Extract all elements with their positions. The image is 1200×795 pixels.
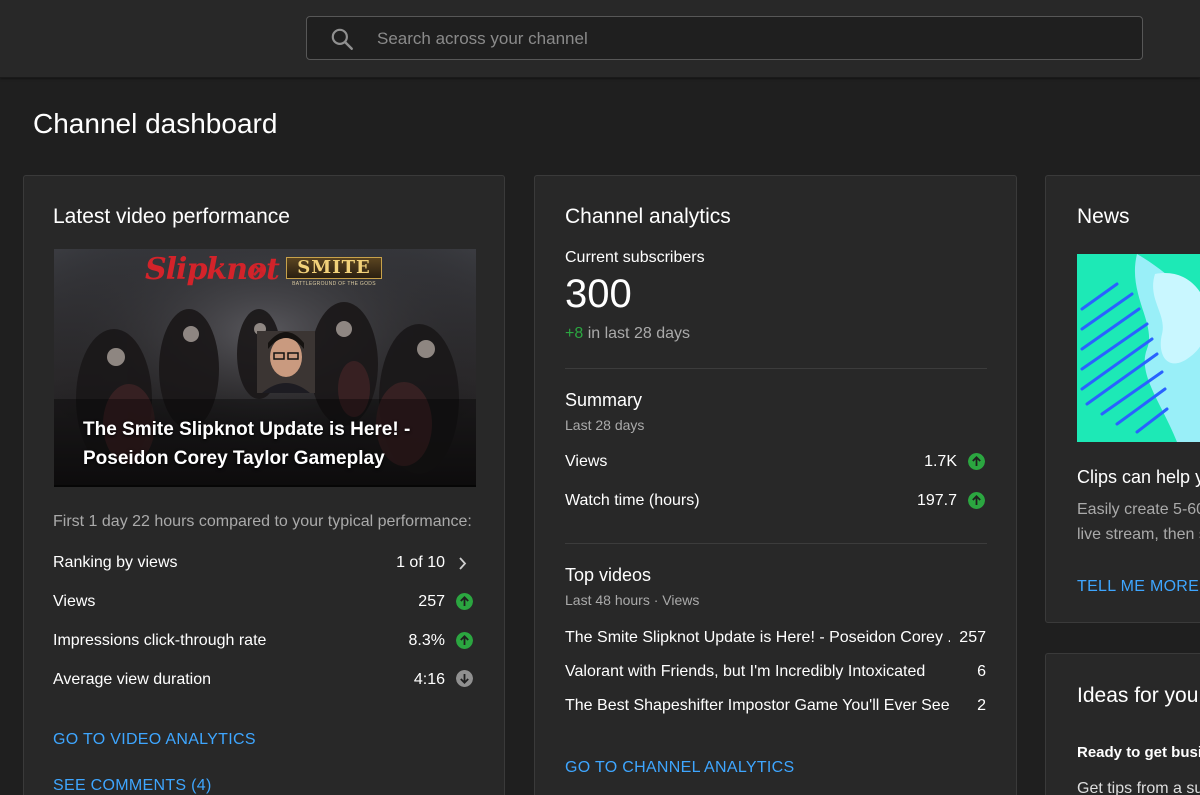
metric-value: 257: [418, 593, 445, 610]
metric-value: 1 of 10: [396, 554, 445, 571]
metric-value: 8.3%: [408, 632, 445, 649]
divider: [565, 543, 987, 544]
see-comments-link[interactable]: SEE COMMENTS (4): [53, 777, 212, 795]
arrow-down-icon: [456, 670, 473, 687]
news-illustration: [1077, 254, 1200, 442]
chevron-right-icon[interactable]: [454, 555, 471, 572]
metric-label: Ranking by views: [53, 554, 178, 571]
metric-value: 4:16: [413, 671, 445, 688]
top-video-views: 2: [977, 697, 986, 714]
go-to-channel-analytics-link[interactable]: GO TO CHANNEL ANALYTICS: [565, 759, 794, 777]
top-bar: Search across your channel: [0, 0, 1200, 78]
top-video-title[interactable]: The Smite Slipknot Update is Here! - Pos…: [565, 629, 950, 647]
video-thumbnail[interactable]: Slipknot × SMITE BATTLEGROUND OF THE GOD…: [54, 249, 476, 487]
video-title-line-2: Poseidon Corey Taylor Gameplay: [83, 448, 385, 469]
summary-label: Watch time (hours): [565, 492, 700, 509]
arrow-up-icon: [456, 632, 473, 649]
arrow-up-icon: [968, 453, 985, 470]
top-videos-subtitle: Last 48 hours · Views: [565, 592, 700, 608]
top-video-title[interactable]: The Best Shapeshifter Impostor Game You'…: [565, 697, 950, 715]
search-icon[interactable]: [329, 26, 355, 52]
page-title: Channel dashboard: [33, 108, 278, 139]
card-title: News: [1077, 205, 1130, 228]
smite-logo-text: SMITE: [286, 257, 382, 279]
subscribers-change-suffix: in last 28 days: [587, 325, 690, 342]
metric-label: Impressions click-through rate: [53, 632, 267, 649]
smite-logo-sub: BATTLEGROUND OF THE GODS: [292, 281, 376, 287]
go-to-video-analytics-link[interactable]: GO TO VIDEO ANALYTICS: [53, 731, 256, 749]
summary-subtitle: Last 28 days: [565, 417, 645, 433]
metric-label: Average view duration: [53, 671, 212, 688]
ideas-subtitle: Ready to get busi: [1077, 744, 1200, 761]
tell-me-more-link[interactable]: TELL ME MORE: [1077, 578, 1199, 596]
card-title: Channel analytics: [565, 205, 731, 228]
video-title-overlay[interactable]: The Smite Slipknot Update is Here! - Pos…: [83, 415, 423, 473]
summary-value: 1.7K: [924, 453, 957, 470]
latest-video-card: Latest video performance Slipknot × SMIT…: [23, 175, 505, 795]
ideas-card: Ideas for you Ready to get busi Get tips…: [1045, 653, 1200, 795]
top-video-title[interactable]: Valorant with Friends, but I'm Incredibl…: [565, 663, 925, 681]
subscribers-count: 300: [565, 272, 632, 316]
search-box[interactable]: Search across your channel: [306, 16, 1143, 60]
card-title: Ideas for you: [1077, 684, 1199, 707]
subscribers-label: Current subscribers: [565, 249, 705, 266]
divider: [565, 368, 987, 369]
top-video-views: 257: [959, 629, 986, 646]
smite-logo: SMITE BATTLEGROUND OF THE GODS: [286, 257, 382, 295]
news-body-line-2: live stream, then s: [1077, 526, 1200, 543]
search-input[interactable]: Search across your channel: [377, 29, 588, 49]
top-videos-title: Top videos: [565, 565, 652, 585]
logo-x: ×: [252, 257, 267, 284]
subscribers-change: +8: [565, 325, 584, 342]
arrow-up-icon: [456, 593, 473, 610]
summary-title: Summary: [565, 390, 643, 410]
comparison-note: First 1 day 22 hours compared to your ty…: [53, 513, 472, 530]
news-card: News Clips can help y Easily create 5-60…: [1045, 175, 1200, 623]
channel-analytics-card: Channel analytics Current subscribers 30…: [534, 175, 1017, 795]
summary-label: Views: [565, 453, 608, 470]
news-body-line-1: Easily create 5-60: [1077, 501, 1200, 518]
subscribers-change-row: +8 in last 28 days: [565, 325, 690, 343]
ideas-body: Get tips from a su: [1077, 780, 1200, 795]
metric-label: Views: [53, 593, 96, 610]
news-headline[interactable]: Clips can help y: [1077, 467, 1200, 488]
card-title: Latest video performance: [53, 205, 290, 228]
summary-value: 197.7: [916, 492, 957, 509]
arrow-up-icon: [968, 492, 985, 509]
top-video-views: 6: [977, 663, 986, 680]
video-title-line-1: The Smite Slipknot Update is Here! -: [83, 419, 411, 440]
